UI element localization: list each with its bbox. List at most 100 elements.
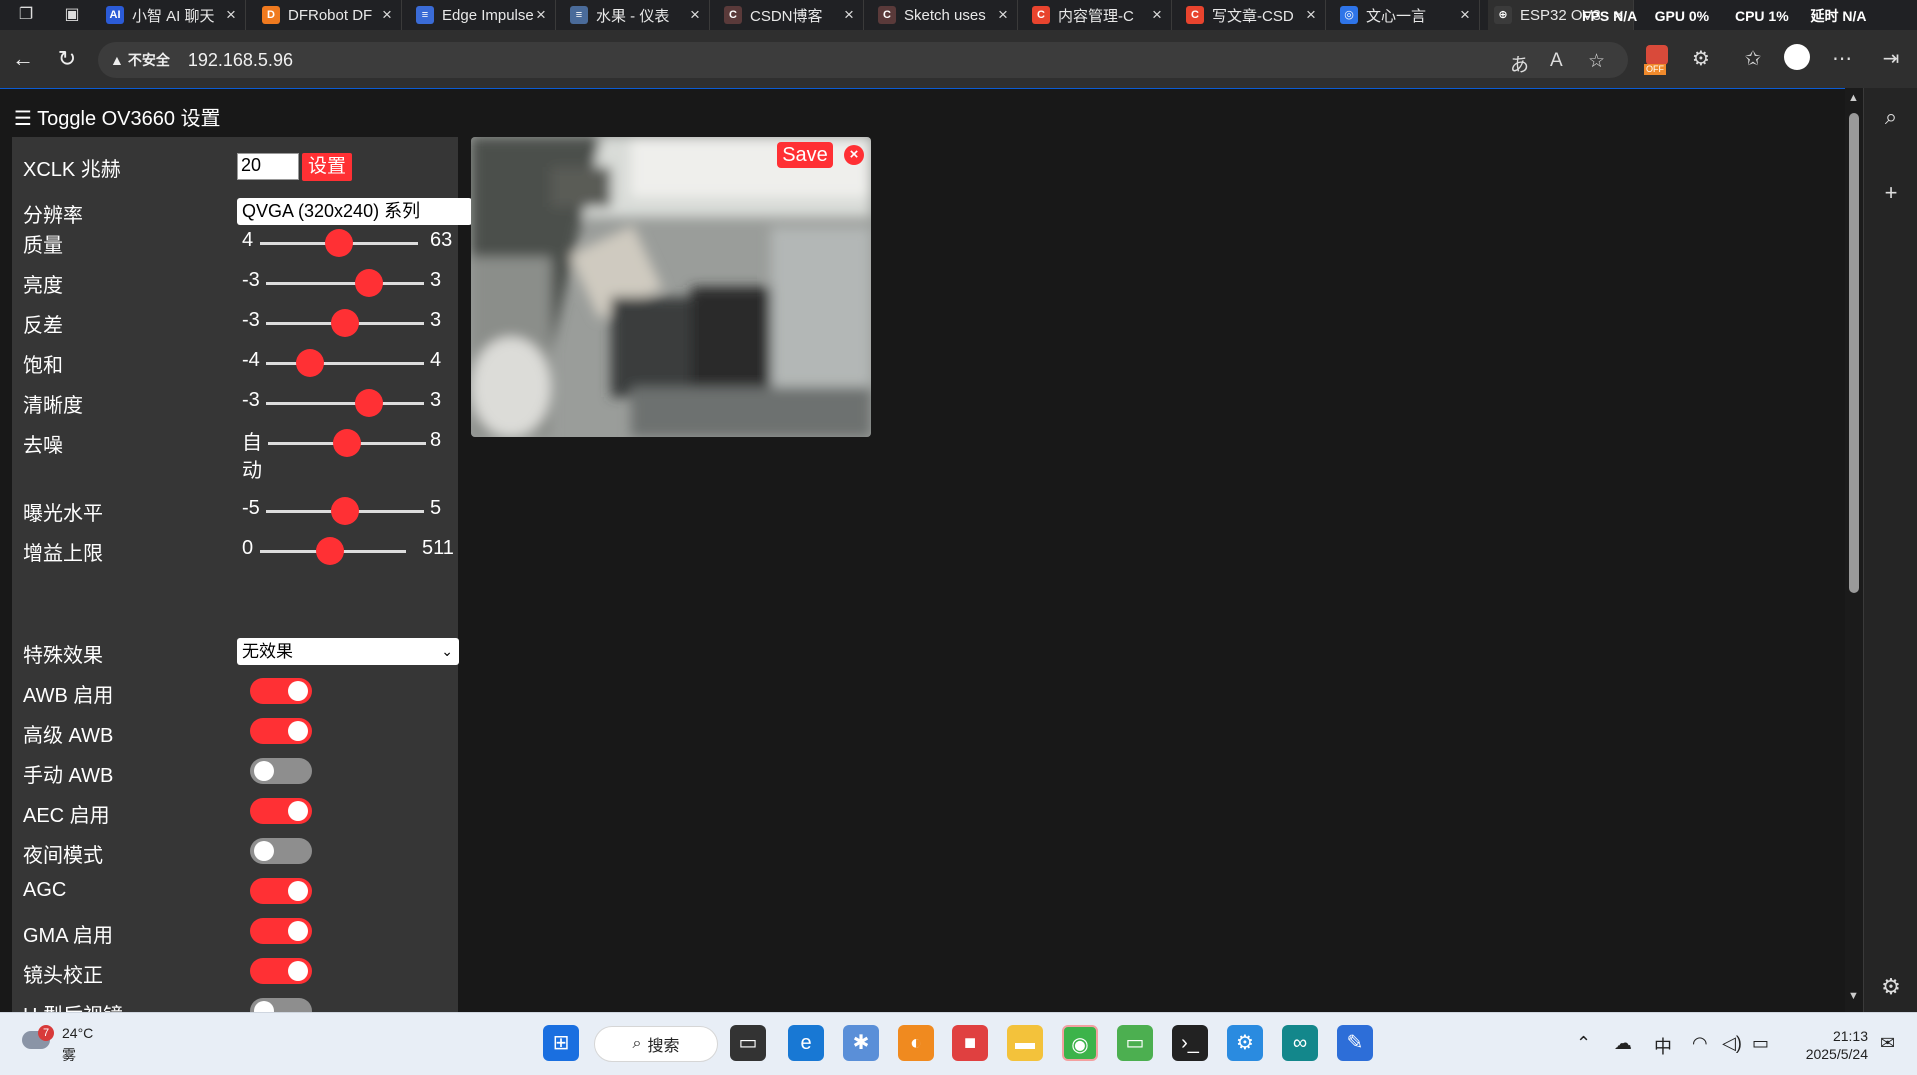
extension-off-icon[interactable]: OFF [1642, 44, 1672, 75]
close-icon[interactable]: × [687, 5, 703, 25]
onedrive-icon[interactable]: ☁ [1614, 1033, 1632, 1054]
notification-icon[interactable]: ✉ [1880, 1033, 1895, 1054]
tab-0[interactable]: AI 小智 AI 聊天 × [100, 0, 246, 30]
close-icon[interactable]: × [995, 5, 1011, 25]
start-icon[interactable]: ⊞ [543, 1025, 579, 1061]
slider-track[interactable] [266, 309, 424, 337]
tab-2[interactable]: ≡ Edge Impulse × [410, 0, 556, 30]
scroll-up-icon[interactable]: ▲ [1848, 92, 1859, 104]
battery-icon[interactable]: ▭ [1752, 1033, 1769, 1054]
toggle-switch[interactable] [250, 878, 312, 904]
refresh-icon[interactable]: ↻ [52, 44, 82, 74]
terminal-icon[interactable]: ›_ [1172, 1025, 1208, 1061]
page-scrollbar[interactable]: ▲ ▼ [1845, 88, 1863, 1012]
toggle-switch[interactable] [250, 758, 312, 784]
slider-knob[interactable] [354, 269, 383, 297]
toggle-switch[interactable] [250, 718, 312, 744]
slider-knob[interactable] [331, 497, 359, 525]
close-icon[interactable]: × [841, 5, 857, 25]
security-indicator[interactable]: ▲ 不安全 [110, 50, 170, 70]
tab-4[interactable]: C CSDN博客 × [718, 0, 864, 30]
tab-actions-icon[interactable]: ▣ [60, 4, 84, 26]
slider-knob[interactable] [325, 229, 353, 257]
slider-track[interactable] [266, 269, 424, 297]
sidebar-toggle-icon[interactable]: ⇥ [1876, 44, 1906, 74]
xclk-set-button[interactable]: 设置 [302, 153, 352, 181]
toggle-switch[interactable] [250, 998, 312, 1013]
close-stream-button[interactable]: × [844, 145, 864, 165]
ime-indicator[interactable]: 中 [1654, 1033, 1672, 1059]
close-icon[interactable]: × [533, 5, 549, 25]
toggle-switch[interactable] [250, 958, 312, 984]
toggle-dot [288, 721, 308, 741]
scroll-thumb[interactable] [1849, 113, 1859, 593]
close-icon[interactable]: × [379, 5, 395, 25]
read-aloud-icon[interactable]: A [1550, 50, 1563, 72]
tab-8[interactable]: ◎ 文心一言 × [1334, 0, 1480, 30]
resolution-select[interactable]: QVGA (320x240) 系列 [237, 198, 472, 225]
tab-7[interactable]: C 写文章-CSD × [1180, 0, 1326, 30]
settings-gear-icon[interactable]: ⚙ [1227, 1025, 1263, 1061]
url-text[interactable]: 192.168.5.96 [188, 50, 293, 71]
favorite-star-icon[interactable]: ☆ [1588, 50, 1605, 73]
close-icon[interactable]: × [1303, 5, 1319, 25]
effect-select[interactable]: 无效果 ⌄ [237, 638, 459, 665]
favorites-icon[interactable]: ✩ [1738, 44, 1768, 74]
close-icon[interactable]: × [223, 5, 239, 25]
url-box[interactable]: ▲ 不安全 192.168.5.96 あ A ☆ [98, 42, 1628, 78]
clock[interactable]: 21:13 2025/5/24 [1792, 1027, 1868, 1063]
tab-6[interactable]: C 内容管理-C × [1026, 0, 1172, 30]
tab-3[interactable]: ≡ 水果 - 仪表 × [564, 0, 710, 30]
wechat-icon[interactable]: ◉ [1062, 1025, 1098, 1061]
back-icon[interactable]: ← [8, 44, 38, 74]
slider-track[interactable] [260, 537, 406, 565]
edge-browser-icon[interactable]: e [788, 1025, 824, 1061]
toggle-switch[interactable] [250, 678, 312, 704]
workspaces-icon[interactable]: ❐ [14, 4, 38, 26]
slider-track[interactable] [268, 429, 426, 457]
remote-desktop-icon[interactable]: ▭ [1117, 1025, 1153, 1061]
tab-5[interactable]: C Sketch uses × [872, 0, 1018, 30]
close-icon[interactable]: × [1457, 5, 1473, 25]
wifi-icon[interactable]: ◠ [1692, 1033, 1708, 1054]
toggle-settings-button[interactable]: ☰ Toggle OV3660 设置 [14, 102, 221, 131]
slider-max-value: 3 [430, 309, 442, 331]
slider-label: 反差 [23, 315, 63, 337]
tab-1[interactable]: D DFRobot DF × [256, 0, 402, 30]
volume-icon[interactable]: ◁) [1722, 1033, 1742, 1054]
slider-track[interactable] [260, 229, 418, 257]
paint-icon[interactable]: ✎ [1337, 1025, 1373, 1061]
slider-label: 亮度 [23, 275, 63, 297]
weather-widget[interactable]: 7 24°C 雾 [20, 1023, 110, 1067]
slider-track[interactable] [266, 389, 424, 417]
save-button[interactable]: Save [777, 142, 833, 168]
add-icon[interactable]: + [1876, 178, 1906, 208]
slider-knob[interactable] [316, 537, 345, 565]
gear-icon[interactable]: ⚙ [1876, 972, 1906, 1002]
slider-track[interactable] [266, 497, 424, 525]
task-view-icon[interactable]: ▭ [730, 1025, 766, 1061]
taskbar-search[interactable]: ⌕ 搜索 [594, 1026, 718, 1062]
tray-chevron-icon[interactable]: ⌃ [1576, 1033, 1591, 1054]
slider-knob[interactable] [331, 309, 359, 337]
copilot-icon[interactable]: ✱ [843, 1025, 879, 1061]
more-menu-icon[interactable]: ⋯ [1827, 44, 1857, 74]
toggle-switch[interactable] [250, 798, 312, 824]
slider-knob[interactable] [296, 349, 325, 377]
search-icon[interactable]: ⌕ [1876, 102, 1906, 132]
slider-knob[interactable] [333, 429, 361, 457]
translate-icon[interactable]: あ [1510, 50, 1529, 77]
slider-track[interactable] [266, 349, 424, 377]
profile-avatar-icon[interactable] [1782, 44, 1812, 74]
scroll-down-icon[interactable]: ▼ [1848, 990, 1859, 1002]
extensions-icon[interactable]: ⚙ [1686, 44, 1716, 74]
xclk-input[interactable]: 20 [237, 153, 299, 180]
close-icon[interactable]: × [1149, 5, 1165, 25]
arduino-icon[interactable]: ∞ [1282, 1025, 1318, 1061]
toggle-switch[interactable] [250, 838, 312, 864]
blender-icon[interactable]: ◐ [898, 1025, 934, 1061]
toggle-switch[interactable] [250, 918, 312, 944]
slider-knob[interactable] [354, 389, 383, 417]
file-explorer-icon[interactable]: ▬ [1007, 1025, 1043, 1061]
app-red-icon[interactable]: ■ [952, 1025, 988, 1061]
